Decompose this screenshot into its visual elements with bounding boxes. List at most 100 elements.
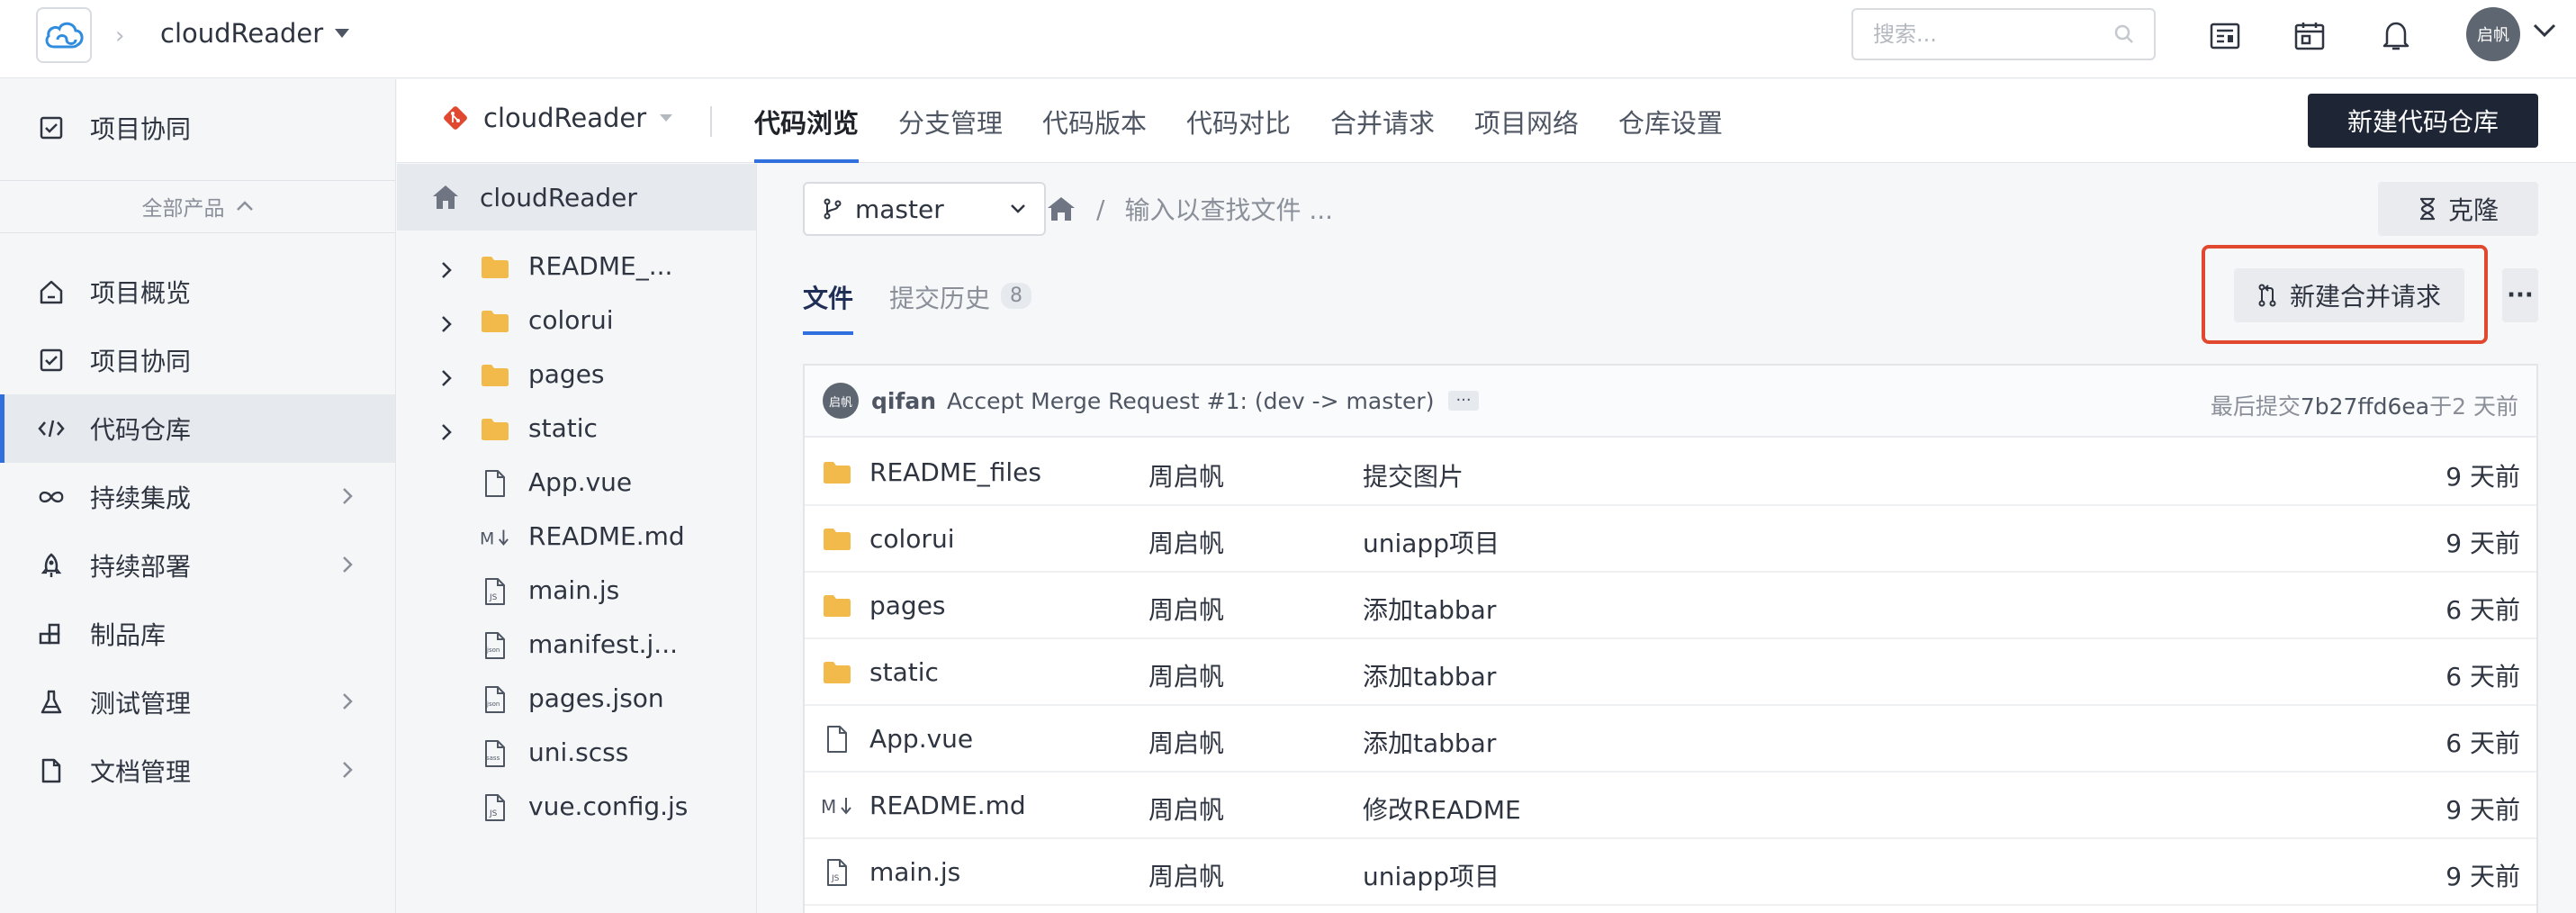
file-name[interactable]: README_files xyxy=(869,457,1041,487)
tree-item-name: colorui xyxy=(528,305,614,335)
tab-files[interactable]: 文件 xyxy=(803,279,854,335)
chevron-right-icon[interactable] xyxy=(440,365,453,394)
home-icon[interactable] xyxy=(1046,195,1076,222)
commit-hash[interactable]: 7b27ffd6ea xyxy=(2301,393,2429,420)
markdown-file-icon: M xyxy=(821,791,853,821)
file-name[interactable]: static xyxy=(869,657,939,687)
file-name[interactable]: README.md xyxy=(869,791,1026,820)
flask-icon xyxy=(38,689,65,716)
tab-compare[interactable]: 代码对比 xyxy=(1186,103,1291,163)
tab-repo-settings[interactable]: 仓库设置 xyxy=(1618,103,1723,163)
sidebar-item-overview[interactable]: 项目概览 xyxy=(0,258,395,326)
tree-item[interactable]: App.vue xyxy=(397,456,756,510)
folder-icon xyxy=(480,306,510,337)
sidebar-item-code-repo[interactable]: 代码仓库 xyxy=(0,394,395,463)
sidebar-item-label: 代码仓库 xyxy=(90,415,192,445)
sidebar-item-collab[interactable]: 项目协同 xyxy=(0,326,395,394)
sidebar-item-docs[interactable]: 文档管理 xyxy=(0,737,395,805)
folder-icon xyxy=(821,524,853,555)
file-row[interactable]: README_files 周启帆 提交图片 9 天前 xyxy=(805,439,2536,506)
tab-history-label: 提交历史 xyxy=(889,284,991,313)
rocket-icon xyxy=(38,552,65,579)
file-name[interactable]: pages xyxy=(869,591,946,620)
commit-message[interactable]: Accept Merge Request #1: (dev -> master) xyxy=(947,388,1434,414)
tree-item[interactable]: README_... xyxy=(397,240,756,294)
cloud-logo-icon[interactable] xyxy=(36,7,92,63)
tree-item[interactable]: colorui xyxy=(397,294,756,348)
news-icon[interactable] xyxy=(2205,16,2245,56)
chevron-down-icon[interactable] xyxy=(2533,23,2556,38)
search-input[interactable] xyxy=(1873,22,2089,47)
file-row[interactable]: pages 周启帆 添加tabbar 6 天前 xyxy=(805,573,2536,639)
js-file-icon: JS xyxy=(480,792,510,823)
sidebar-item-label: 持续部署 xyxy=(90,552,192,582)
tree-item[interactable]: M README.md xyxy=(397,510,756,564)
folder-icon xyxy=(480,360,510,391)
more-options-button[interactable]: ··· xyxy=(2502,268,2538,322)
home-icon xyxy=(433,185,458,209)
calendar-icon[interactable] xyxy=(2290,16,2329,56)
tree-root[interactable]: cloudReader xyxy=(397,164,756,231)
file-row[interactable]: JS main.js 周启帆 uniapp项目 9 天前 xyxy=(805,839,2536,906)
sidebar-item-artifacts[interactable]: 制品库 xyxy=(0,600,395,668)
tab-network[interactable]: 项目网络 xyxy=(1474,103,1579,163)
project-switcher[interactable]: cloudReader xyxy=(160,18,350,49)
tree-item[interactable]: pages xyxy=(397,348,756,402)
sidebar: 项目协同 全部产品 项目概览 项目协同 代码仓库 持续集成 持续部署 制品库 测… xyxy=(0,79,396,913)
new-merge-request-button[interactable]: 新建合并请求 xyxy=(2234,268,2464,322)
caret-down-icon xyxy=(660,114,673,122)
all-products-toggle[interactable]: 全部产品 xyxy=(0,180,395,232)
file-row[interactable]: static 周启帆 添加tabbar 6 天前 xyxy=(805,639,2536,706)
top-bar: › cloudReader 启帆 xyxy=(0,0,2576,78)
branch-selector[interactable]: master xyxy=(803,182,1046,236)
tab-merge-requests[interactable]: 合并请求 xyxy=(1330,103,1435,163)
commit-expand-button[interactable]: ··· xyxy=(1448,391,1479,411)
file-commit-message[interactable]: 添加tabbar xyxy=(1363,591,1496,627)
sidebar-item-ci[interactable]: 持续集成 xyxy=(0,463,395,531)
file-commit-message[interactable]: 添加tabbar xyxy=(1363,657,1496,693)
sidebar-item-pinned-collab[interactable]: 项目协同 xyxy=(0,94,395,162)
tree-item[interactable]: sass uni.scss xyxy=(397,726,756,780)
file-name[interactable]: main.js xyxy=(869,857,960,887)
svg-text:sass: sass xyxy=(486,755,500,762)
tree-item-name: README.md xyxy=(528,521,685,551)
tree-item[interactable]: json manifest.j... xyxy=(397,618,756,672)
commit-author[interactable]: qifan xyxy=(871,388,936,414)
home-icon xyxy=(38,278,65,305)
file-name[interactable]: App.vue xyxy=(869,724,973,754)
file-commit-message[interactable]: uniapp项目 xyxy=(1363,524,1500,560)
new-repo-button[interactable]: 新建代码仓库 xyxy=(2308,94,2538,148)
search-box[interactable] xyxy=(1851,8,2156,60)
file-row[interactable]: colorui 周启帆 uniapp项目 9 天前 xyxy=(805,506,2536,573)
tree-item[interactable]: json pages.json xyxy=(397,672,756,726)
tree-item[interactable]: static xyxy=(397,402,756,456)
branch-icon xyxy=(824,198,842,220)
tree-item[interactable]: JS vue.config.js xyxy=(397,780,756,834)
file-search-placeholder[interactable]: 输入以查找文件 ... xyxy=(1124,191,1333,227)
file-commit-message[interactable]: 修改README xyxy=(1363,791,1521,827)
file-row[interactable]: M README.md 周启帆 修改README 9 天前 xyxy=(805,773,2536,839)
project-name: cloudReader xyxy=(160,18,324,49)
path-bar[interactable]: / 输入以查找文件 ... xyxy=(1046,191,1333,227)
sidebar-item-cd[interactable]: 持续部署 xyxy=(0,531,395,600)
user-avatar[interactable]: 启帆 xyxy=(2466,7,2520,61)
tab-commit-history[interactable]: 提交历史 8 xyxy=(889,279,1032,335)
js-file-icon: JS xyxy=(821,857,853,888)
file-commit-message[interactable]: 添加tabbar xyxy=(1363,724,1496,760)
chevron-right-icon[interactable] xyxy=(440,311,453,340)
file-commit-message[interactable]: uniapp项目 xyxy=(1363,857,1500,893)
json-file-icon: json xyxy=(480,630,510,661)
chevron-right-icon[interactable] xyxy=(440,419,453,448)
clone-button[interactable]: 克隆 xyxy=(2378,182,2538,236)
sidebar-item-testing[interactable]: 测试管理 xyxy=(0,668,395,737)
tab-versions[interactable]: 代码版本 xyxy=(1042,103,1147,163)
tab-code-browse[interactable]: 代码浏览 xyxy=(754,103,860,163)
file-row[interactable]: App.vue 周启帆 添加tabbar 6 天前 xyxy=(805,706,2536,773)
repo-switcher[interactable]: cloudReader xyxy=(440,103,673,133)
chevron-right-icon[interactable] xyxy=(440,257,453,286)
bell-icon[interactable] xyxy=(2376,16,2416,56)
tab-branches[interactable]: 分支管理 xyxy=(898,103,1003,163)
file-commit-message[interactable]: 提交图片 xyxy=(1363,457,1464,493)
file-name[interactable]: colorui xyxy=(869,524,954,554)
tree-item[interactable]: JS main.js xyxy=(397,564,756,618)
